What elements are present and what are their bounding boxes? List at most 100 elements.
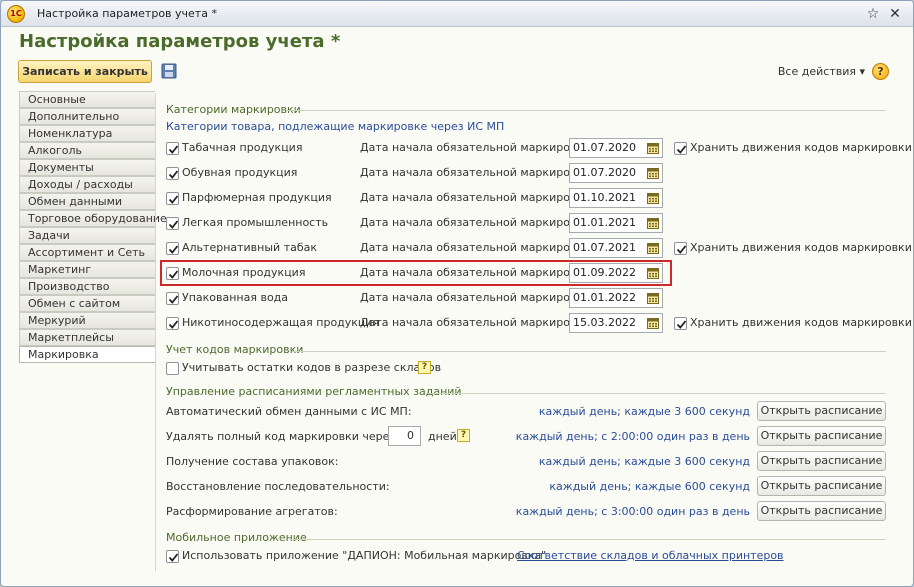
category-checkbox[interactable] bbox=[166, 292, 179, 305]
start-date-field[interactable]: 01.01.2022 bbox=[569, 288, 663, 308]
date-label: Дата начала обязательной маркировки: bbox=[360, 241, 594, 254]
sidebar-item[interactable]: Маркетинг bbox=[19, 261, 155, 278]
sidebar-item[interactable]: Меркурий bbox=[19, 312, 155, 329]
warehouse-balance-checkbox[interactable] bbox=[166, 362, 179, 375]
warehouse-balance-label: Учитывать остатки кодов в разрезе складо… bbox=[182, 361, 442, 374]
form-title: Настройка параметров учета * bbox=[19, 31, 341, 52]
settings-window: 1С Настройка параметров учета * ☆ ✕ Наст… bbox=[0, 0, 914, 587]
sidebar-item[interactable]: Основные bbox=[19, 91, 155, 108]
marking-subtitle: Категории товара, подлежащие маркировке … bbox=[166, 120, 505, 133]
question-icon[interactable]: ? bbox=[418, 361, 431, 374]
open-schedule-button[interactable]: Открыть расписание bbox=[757, 476, 886, 496]
sidebar-item[interactable]: Номенклатура bbox=[19, 125, 155, 142]
highlight-frame bbox=[160, 260, 672, 286]
open-schedule-button[interactable]: Открыть расписание bbox=[757, 501, 886, 521]
category-checkbox[interactable] bbox=[166, 242, 179, 255]
calendar-icon[interactable] bbox=[647, 242, 659, 254]
window-title: Настройка параметров учета * bbox=[37, 7, 217, 20]
sidebar-item[interactable]: Маркетплейсы bbox=[19, 329, 155, 346]
sidebar-item[interactable]: Обмен с сайтом bbox=[19, 295, 155, 312]
save-and-close-button[interactable]: Записать и закрыть bbox=[18, 60, 152, 83]
calendar-icon[interactable] bbox=[647, 317, 659, 329]
start-date-field[interactable]: 01.07.2020 bbox=[569, 163, 663, 183]
start-date-field[interactable]: 01.07.2020 bbox=[569, 138, 663, 158]
keep-movements-label: Хранить движения кодов маркировки bbox=[690, 141, 912, 154]
start-date-field[interactable]: 01.01.2021 bbox=[569, 213, 663, 233]
days-unit-label: дней bbox=[428, 430, 457, 443]
question-icon[interactable]: ? bbox=[457, 429, 470, 442]
sidebar-item[interactable]: Маркировка bbox=[19, 346, 155, 363]
date-label: Дата начала обязательной маркировки: bbox=[360, 316, 594, 329]
sidebar-item[interactable]: Производство bbox=[19, 278, 155, 295]
schedule-label: Автоматический обмен данными с ИС МП: bbox=[166, 405, 412, 418]
keep-movements-checkbox[interactable] bbox=[674, 242, 687, 255]
sidebar-item[interactable]: Доходы / расходы bbox=[19, 176, 155, 193]
sidebar-item[interactable]: Дополнительно bbox=[19, 108, 155, 125]
sidebar-item[interactable]: Алкоголь bbox=[19, 142, 155, 159]
category-checkbox[interactable] bbox=[166, 142, 179, 155]
open-schedule-button[interactable]: Открыть расписание bbox=[757, 451, 886, 471]
schedule-row: Получение состава упаковок: каждый день; … bbox=[166, 451, 886, 473]
section-marking-categories: Категории маркировки bbox=[166, 103, 301, 116]
calendar-icon[interactable] bbox=[647, 292, 659, 304]
start-date-field[interactable]: 15.03.2022 bbox=[569, 313, 663, 333]
schedule-value-link[interactable]: каждый день; каждые 3 600 секунд bbox=[539, 455, 750, 468]
app-logo-icon[interactable]: 1С bbox=[7, 5, 25, 23]
help-icon[interactable]: ? bbox=[872, 63, 889, 80]
warehouse-printers-link[interactable]: Соответствие складов и облачных принтеро… bbox=[517, 549, 784, 562]
save-icon[interactable] bbox=[161, 63, 177, 79]
date-label: Дата начала обязательной маркировки: bbox=[360, 141, 594, 154]
section-codes: Учет кодов маркировки bbox=[166, 343, 304, 356]
schedule-value-link[interactable]: каждый день; с 2:00:00 один раз в день bbox=[516, 430, 750, 443]
category-checkbox[interactable] bbox=[166, 192, 179, 205]
schedule-row: Удалять полный код маркировки через: 0 дне… bbox=[166, 426, 886, 448]
days-input[interactable]: 0 bbox=[388, 426, 421, 446]
all-actions-menu[interactable]: Все действия ▾ bbox=[778, 65, 865, 78]
sidebar-item[interactable]: Обмен данными bbox=[19, 193, 155, 210]
favorite-star-icon[interactable]: ☆ bbox=[865, 6, 881, 22]
sidebar-item[interactable]: Документы bbox=[19, 159, 155, 176]
calendar-icon[interactable] bbox=[647, 217, 659, 229]
keep-movements-checkbox[interactable] bbox=[674, 317, 687, 330]
close-icon[interactable]: ✕ bbox=[887, 6, 903, 22]
schedule-label: Восстановление последовательности: bbox=[166, 480, 390, 493]
date-label: Дата начала обязательной маркировки: bbox=[360, 191, 594, 204]
section-schedules: Управление расписаниями регламентных зад… bbox=[166, 385, 462, 398]
schedule-value-link[interactable]: каждый день; каждые 3 600 секунд bbox=[539, 405, 750, 418]
start-date-value: 01.10.2021 bbox=[573, 191, 636, 204]
category-row: Упакованная вода Дата начала обязательной… bbox=[166, 288, 896, 308]
start-date-field[interactable]: 01.07.2021 bbox=[569, 238, 663, 258]
category-row: Обувная продукция Дата начала обязательно… bbox=[166, 163, 896, 183]
schedule-row: Расформирование агрегатов: каждый день; с… bbox=[166, 501, 886, 523]
schedule-value-link[interactable]: каждый день; с 3:00:00 один раз в день bbox=[516, 505, 750, 518]
start-date-value: 15.03.2022 bbox=[573, 316, 636, 329]
keep-movements-label: Хранить движения кодов маркировки bbox=[690, 316, 912, 329]
start-date-value: 01.01.2021 bbox=[573, 216, 636, 229]
category-row: Табачная продукция Дата начала обязательн… bbox=[166, 138, 912, 158]
schedule-label: Расформирование агрегатов: bbox=[166, 505, 338, 518]
date-label: Дата начала обязательной маркировки: bbox=[360, 216, 594, 229]
category-checkbox[interactable] bbox=[166, 167, 179, 180]
warehouse-balance-row: Учитывать остатки кодов в разрезе складо… bbox=[166, 358, 896, 378]
category-row: Альтернативный табак Дата начала обязател… bbox=[166, 238, 912, 258]
calendar-icon[interactable] bbox=[647, 192, 659, 204]
sidebar-item[interactable]: Ассортимент и Сеть bbox=[19, 244, 155, 261]
open-schedule-button[interactable]: Открыть расписание bbox=[757, 401, 886, 421]
open-schedule-button[interactable]: Открыть расписание bbox=[757, 426, 886, 446]
mobile-app-row: Использовать приложение "ДАПИОН: Мобильн… bbox=[166, 546, 896, 566]
keep-movements-checkbox[interactable] bbox=[674, 142, 687, 155]
category-checkbox[interactable] bbox=[166, 217, 179, 230]
use-mobile-app-checkbox[interactable] bbox=[166, 550, 179, 563]
marking-panel: Категории маркировки Категории товара, п… bbox=[155, 93, 912, 571]
calendar-icon[interactable] bbox=[647, 167, 659, 179]
start-date-value: 01.07.2020 bbox=[573, 141, 636, 154]
schedule-label: Удалять полный код маркировки через: bbox=[166, 430, 399, 443]
start-date-field[interactable]: 01.10.2021 bbox=[569, 188, 663, 208]
sidebar-item[interactable]: Задачи bbox=[19, 227, 155, 244]
calendar-icon[interactable] bbox=[647, 142, 659, 154]
schedule-value-link[interactable]: каждый день; каждые 600 секунд bbox=[549, 480, 750, 493]
use-mobile-app-label: Использовать приложение "ДАПИОН: Мобильн… bbox=[182, 549, 547, 562]
sidebar-item[interactable]: Торговое оборудование bbox=[19, 210, 167, 227]
title-bar: 1С Настройка параметров учета * ☆ ✕ bbox=[1, 1, 913, 27]
category-checkbox[interactable] bbox=[166, 317, 179, 330]
